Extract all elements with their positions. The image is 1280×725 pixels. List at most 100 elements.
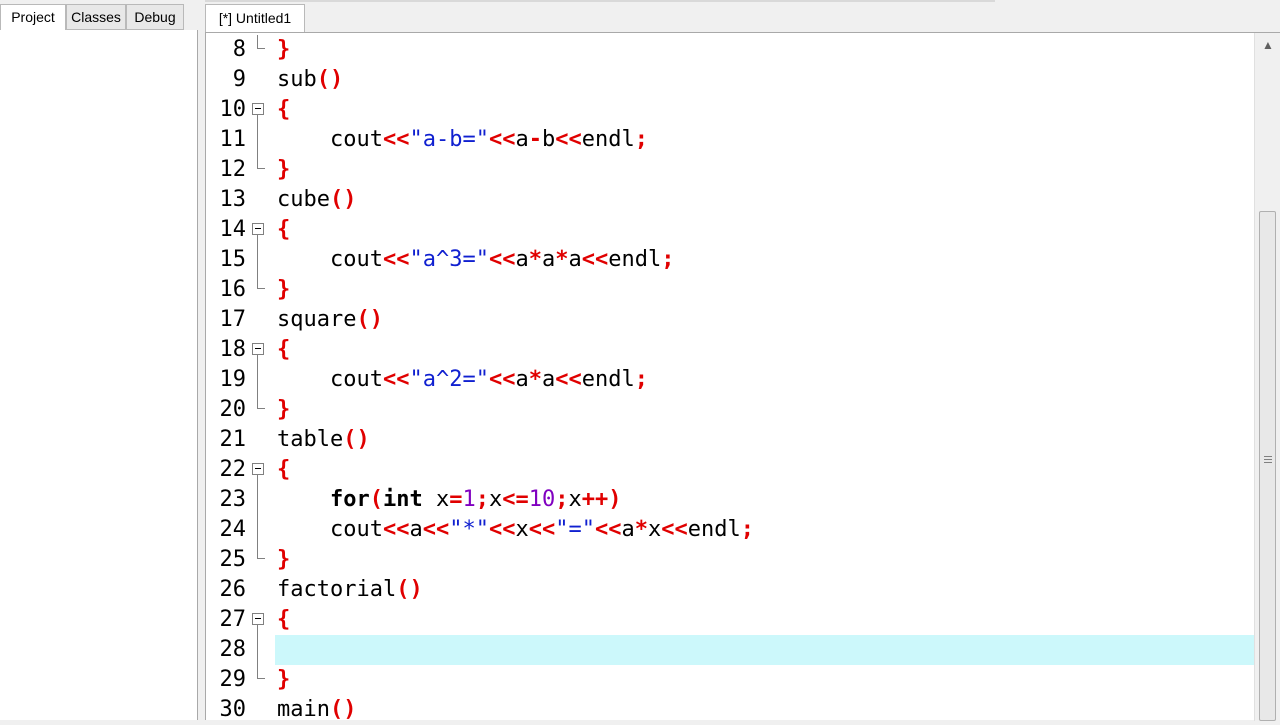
- code-token: factorial: [277, 577, 397, 602]
- scroll-up-icon[interactable]: ▲: [1258, 35, 1278, 55]
- code-line[interactable]: 28: [206, 635, 1254, 665]
- code-line[interactable]: 26 factorial(): [206, 575, 1254, 605]
- code-token: a: [621, 517, 635, 542]
- code-token: square: [277, 307, 357, 332]
- code-text: sub(): [277, 65, 343, 95]
- code-text: cout<<a<<"*"<<x<<"="<<a*x<<endl;: [277, 515, 754, 545]
- line-number: 26: [219, 577, 247, 602]
- code-token: a: [515, 367, 529, 392]
- code-line[interactable]: 17 square(): [206, 305, 1254, 335]
- code-line[interactable]: 20}: [206, 395, 1254, 425]
- code-token: }: [277, 157, 291, 182]
- fold-collapse-icon[interactable]: [250, 335, 270, 365]
- code-line[interactable]: 23 for(int x=1;x<=10;x++): [206, 485, 1254, 515]
- fold-guide: [250, 425, 270, 455]
- fold-guide: [250, 125, 270, 155]
- code-line[interactable]: 12}: [206, 155, 1254, 185]
- code-token: "a^3=": [409, 247, 489, 272]
- line-number: 28: [219, 637, 247, 662]
- code-token: <<: [488, 247, 516, 272]
- code-line[interactable]: 22 {: [206, 455, 1254, 485]
- code-token: *: [555, 247, 569, 272]
- tab-untitled1[interactable]: [*] Untitled1: [205, 4, 305, 32]
- code-token: (: [369, 487, 383, 512]
- fold-collapse-icon[interactable]: [250, 95, 270, 125]
- code-editor[interactable]: 8} 9 sub() 10{11 cout<<"a-b="<<a-b<<endl; 12…: [205, 32, 1280, 722]
- code-line[interactable]: 13 cube(): [206, 185, 1254, 215]
- fold-guide: [250, 185, 270, 215]
- code-text: }: [277, 665, 290, 695]
- scrollbar-thumb[interactable]: [1259, 211, 1276, 721]
- code-text: {: [277, 335, 290, 365]
- code-token: endl: [581, 367, 635, 392]
- tab-bar-divider: [205, 0, 995, 2]
- code-token: <<: [555, 367, 582, 392]
- line-number: 22: [219, 457, 247, 482]
- code-line[interactable]: 29}: [206, 665, 1254, 695]
- code-token: main: [277, 697, 330, 722]
- code-token: ;: [555, 487, 569, 512]
- project-tree[interactable]: [0, 30, 198, 720]
- code-line[interactable]: 27 {: [206, 605, 1254, 635]
- code-line[interactable]: 14 {: [206, 215, 1254, 245]
- tab-debug[interactable]: Debug: [126, 4, 184, 30]
- fold-guide: [250, 365, 270, 395]
- fold-guide: [250, 575, 270, 605]
- code-line[interactable]: 21 table(): [206, 425, 1254, 455]
- code-token: (): [329, 697, 357, 722]
- line-number: 15: [219, 247, 247, 272]
- fold-collapse-icon[interactable]: [250, 605, 270, 635]
- code-token: <<: [382, 247, 410, 272]
- code-token: a: [409, 517, 423, 542]
- code-token: <<: [594, 517, 622, 542]
- fold-guide: [250, 245, 270, 275]
- tab-project[interactable]: Project: [0, 4, 66, 31]
- code-line[interactable]: 16}: [206, 275, 1254, 305]
- code-text: square(): [277, 305, 383, 335]
- code-line[interactable]: 8}: [206, 35, 1254, 65]
- code-token: a: [568, 247, 582, 272]
- code-line[interactable]: 19 cout<<"a^2="<<a*a<<endl;: [206, 365, 1254, 395]
- code-line[interactable]: 24 cout<<a<<"*"<<x<<"="<<a*x<<endl;: [206, 515, 1254, 545]
- fold-guide: [250, 65, 270, 95]
- code-token: a: [515, 247, 529, 272]
- code-token: x: [568, 487, 582, 512]
- tab-classes[interactable]: Classes: [66, 4, 126, 30]
- code-token: =: [449, 487, 463, 512]
- code-token: <<: [488, 127, 516, 152]
- code-text: }: [277, 395, 290, 425]
- code-text: {: [277, 95, 290, 125]
- line-number: 30: [219, 697, 247, 722]
- code-token: ;: [634, 127, 648, 152]
- code-token: endl: [581, 127, 635, 152]
- code-token: ;: [634, 367, 648, 392]
- code-token: "a-b=": [409, 127, 489, 152]
- code-token: }: [277, 37, 291, 62]
- code-line[interactable]: 11 cout<<"a-b="<<a-b<<endl;: [206, 125, 1254, 155]
- fold-collapse-icon[interactable]: [250, 455, 270, 485]
- line-number: 8: [232, 37, 246, 62]
- code-token: }: [277, 277, 291, 302]
- code-text: }: [277, 545, 290, 575]
- line-number: 14: [219, 217, 247, 242]
- code-line[interactable]: 10 {: [206, 95, 1254, 125]
- fold-collapse-icon[interactable]: [250, 215, 270, 245]
- code-line[interactable]: 9 sub(): [206, 65, 1254, 95]
- code-text: factorial(): [277, 575, 423, 605]
- code-token: "a^2=": [409, 367, 489, 392]
- fold-guide: [250, 515, 270, 545]
- code-token: ++): [581, 487, 622, 512]
- vertical-scrollbar[interactable]: ▲: [1254, 33, 1280, 721]
- code-token: ;: [475, 487, 489, 512]
- code-line[interactable]: 30 main(): [206, 695, 1254, 725]
- code-token: <<: [661, 517, 688, 542]
- code-line[interactable]: 18 {: [206, 335, 1254, 365]
- code-line[interactable]: 15 cout<<"a^3="<<a*a*a<<endl;: [206, 245, 1254, 275]
- code-token: 10: [528, 487, 556, 512]
- line-number: 19: [219, 367, 247, 392]
- code-token: x: [515, 517, 529, 542]
- code-token: {: [277, 337, 291, 362]
- code-token: }: [277, 547, 291, 572]
- code-line[interactable]: 25}: [206, 545, 1254, 575]
- line-number: 25: [219, 547, 247, 572]
